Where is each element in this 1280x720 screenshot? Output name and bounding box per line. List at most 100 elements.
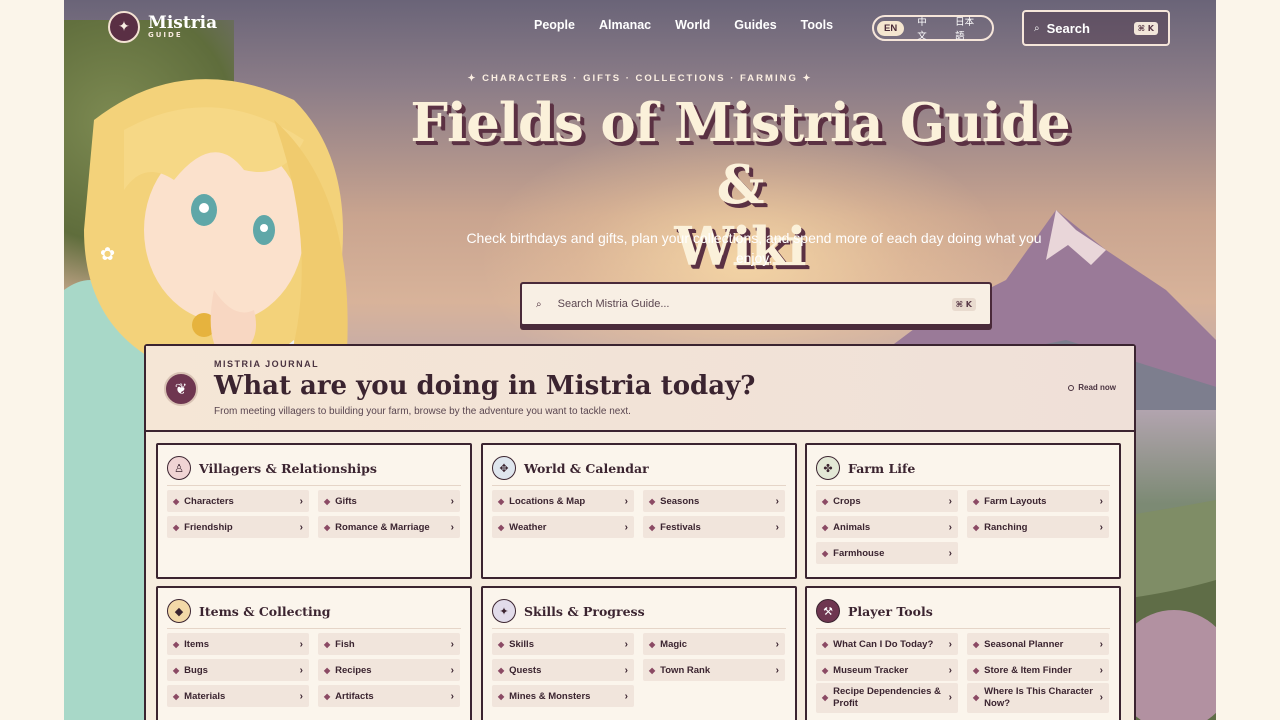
category-link[interactable]: ◆ Artifacts › [318,685,460,707]
bullet-icon: ◆ [649,665,656,675]
card-divider [816,485,1110,486]
category-link[interactable]: ◆ Seasonal Planner › [967,633,1109,655]
card-divider [167,485,461,486]
bullet-icon: ◆ [649,639,656,649]
category-link[interactable]: ◆ Farm Layouts › [967,490,1109,512]
bullet-icon: ◆ [822,665,829,675]
category-link[interactable]: ◆ Farmhouse › [816,542,958,564]
hero-search-input[interactable]: ⌕ Search Mistria Guide... ⌘ K [520,282,992,326]
chevron-right-icon: › [624,664,628,676]
category-link[interactable]: ◆ Recipes › [318,659,460,681]
category-link-label: Artifacts [335,690,374,702]
category-link-label: Mines & Monsters [509,690,591,702]
category-link-label: Gifts [335,495,357,507]
category-link[interactable]: ◆ Animals › [816,516,958,538]
category-link-label: What Can I Do Today? [833,638,934,650]
category-link[interactable]: ◆ Museum Tracker › [816,659,958,681]
category-link-label: Animals [833,521,871,533]
category-link[interactable]: ◆ Town Rank › [643,659,785,681]
bullet-icon: ◆ [324,665,331,675]
category-link[interactable]: ◆ Crops › [816,490,958,512]
category-link-label: Recipes [335,664,372,676]
card-divider [492,485,786,486]
chevron-right-icon: › [299,521,303,533]
chevron-right-icon: › [450,638,454,650]
page-background: ✿ ✦ Mistria GUIDE People Almanac World G… [64,0,1216,720]
sprout-icon: ✤ [816,456,840,480]
category-link[interactable]: ◆ What Can I Do Today? › [816,633,958,655]
card-title: World & Calendar [524,460,649,476]
category-link-label: Store & Item Finder [984,664,1072,676]
lang-option-zh[interactable]: 中文 [910,12,942,44]
card-title: Farm Life [848,460,916,476]
nav-link-people[interactable]: People [534,18,575,32]
category-link[interactable]: ◆ Characters › [167,490,309,512]
category-link[interactable]: ◆ Items › [167,633,309,655]
chevron-right-icon: › [450,521,454,533]
bullet-icon: ◆ [498,522,505,532]
journal-subtitle: From meeting villagers to building your … [214,406,631,417]
chevron-right-icon: › [948,638,952,650]
nav-links: People Almanac World Guides Tools [534,18,857,32]
bullet-icon: ◆ [324,522,331,532]
journal-panel: ❦ MISTRIA JOURNAL What are you doing in … [144,344,1136,720]
card-header: ◆ Items & Collecting [167,599,331,623]
bullet-icon: ◆ [973,639,980,649]
lang-option-ja[interactable]: 日本語 [948,12,989,44]
category-link[interactable]: ◆ Store & Item Finder › [967,659,1109,681]
category-link[interactable]: ◆ Recipe Dependencies & Profit › [816,683,958,713]
category-link[interactable]: ◆ Skills › [492,633,634,655]
card-title: Villagers & Relationships [199,460,377,476]
category-link[interactable]: ◆ Magic › [643,633,785,655]
read-now-link[interactable]: Read now [1068,383,1116,392]
category-link[interactable]: ◆ Quests › [492,659,634,681]
bullet-icon: ◆ [498,639,505,649]
category-link[interactable]: ◆ Friendship › [167,516,309,538]
category-link[interactable]: ◆ Weather › [492,516,634,538]
bullet-icon: ◆ [973,496,980,506]
category-link-label: Recipe Dependencies & Profit [833,686,941,709]
nav-search-button[interactable]: ⌕ Search ⌘ K [1022,10,1170,46]
brand-logo[interactable]: ✦ Mistria GUIDE [108,11,217,43]
category-link[interactable]: ◆ Romance & Marriage › [318,516,460,538]
chevron-right-icon: › [775,495,779,507]
card-divider [492,628,786,629]
nav-link-almanac[interactable]: Almanac [599,18,651,32]
category-link[interactable]: ◆ Where Is This Character Now? › [967,683,1109,713]
journal-kicker: MISTRIA JOURNAL [214,359,320,369]
person-icon: ♙ [167,456,191,480]
category-card: ⚒ Player Tools ◆ What Can I Do Today? › ◆ Seas… [805,586,1121,720]
category-link-label: Crops [833,495,861,507]
lang-option-en[interactable]: EN [877,20,905,36]
search-icon: ⌕ [536,298,542,310]
card-header: ✤ Farm Life [816,456,915,480]
diamond-icon: ◆ [167,599,191,623]
hero-subtitle: Check birthdays and gifts, plan your col… [466,230,1042,266]
bullet-icon: ◆ [973,522,980,532]
category-link[interactable]: ◆ Bugs › [167,659,309,681]
category-link-label: Museum Tracker [833,664,909,676]
nav-link-guides[interactable]: Guides [734,18,776,32]
category-link[interactable]: ◆ Locations & Map › [492,490,634,512]
chevron-right-icon: › [624,690,628,702]
category-link[interactable]: ◆ Seasons › [643,490,785,512]
category-link[interactable]: ◆ Mines & Monsters › [492,685,634,707]
category-link-label: Seasonal Planner [984,638,1064,650]
chevron-right-icon: › [1099,521,1103,533]
category-link[interactable]: ◆ Fish › [318,633,460,655]
category-link[interactable]: ◆ Festivals › [643,516,785,538]
language-switcher: EN 中文 日本語 [872,12,994,44]
category-link[interactable]: ◆ Ranching › [967,516,1109,538]
category-link[interactable]: ◆ Materials › [167,685,309,707]
category-card: ✤ Farm Life ◆ Crops › ◆ Farm Layouts › ◆ Animals ›… [805,443,1121,579]
card-title: Skills & Progress [524,603,645,619]
category-link[interactable]: ◆ Gifts › [318,490,460,512]
shortcut-badge: ⌘ K [1133,21,1158,35]
nav-link-world[interactable]: World [675,18,710,32]
bullet-icon: ◆ [649,496,656,506]
bullet-icon: ◆ [498,496,505,506]
journal-title: What are you doing in Mistria today? [214,371,756,401]
nav-link-tools[interactable]: Tools [801,18,833,32]
chevron-right-icon: › [1099,692,1103,703]
hero-title-line: Fields of Mistria Guide & [410,92,1070,216]
